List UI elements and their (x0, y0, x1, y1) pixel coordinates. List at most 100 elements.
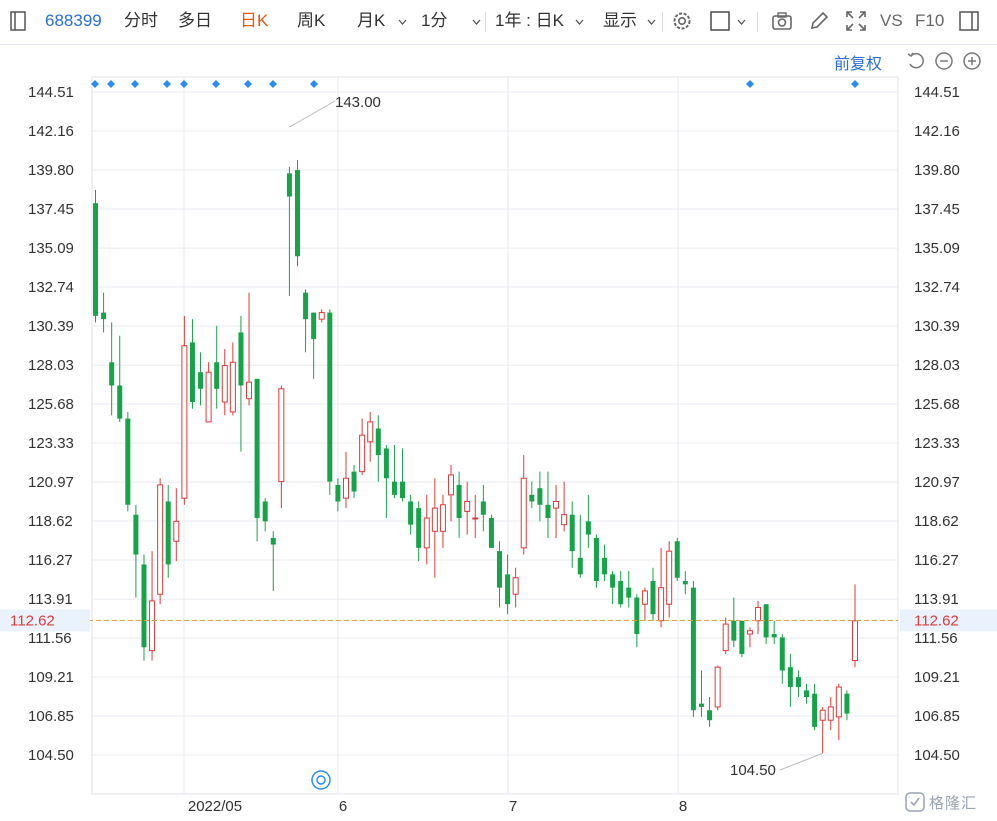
fullscreen-icon[interactable] (845, 10, 867, 32)
pencil-icon[interactable] (808, 10, 830, 32)
candle-body (488, 518, 494, 548)
candle-up (852, 584, 858, 668)
candle-body (520, 477, 527, 549)
panel-toggle-icon[interactable] (958, 10, 980, 32)
y-tick-label: 128.03 (28, 357, 74, 374)
candle-body (318, 312, 325, 320)
candle-down (286, 166, 292, 296)
settings-gear-icon[interactable] (671, 10, 693, 32)
chevron-down-icon[interactable] (737, 14, 746, 25)
candlestick-chart[interactable]: 144.51 142.16 139.80 137.45 135.09 132.74 130.… (0, 44, 997, 821)
candle-up (318, 309, 325, 323)
candle-body (294, 170, 300, 257)
candle-body (189, 342, 195, 403)
candle-body (149, 600, 156, 652)
info-circle-icon[interactable] (311, 770, 331, 790)
candle-body (311, 312, 317, 340)
candle-up (246, 292, 253, 406)
candle-body (205, 371, 212, 423)
candle-down (569, 501, 575, 568)
tab-daily-k[interactable]: 日K (240, 10, 268, 32)
tab-multi-day[interactable]: 多日 (178, 10, 212, 32)
candle-body (303, 292, 309, 320)
candle-down (787, 653, 793, 707)
candle-down (505, 554, 511, 615)
candle-body (610, 574, 616, 588)
candle-body (585, 521, 591, 535)
chevron-down-icon[interactable] (575, 14, 584, 25)
candle-down (707, 697, 713, 727)
period-select[interactable]: 1年 : 日K (495, 10, 564, 32)
y-tick-label: 137.45 (28, 201, 74, 218)
candle-body (569, 514, 575, 552)
sidebar-toggle-icon[interactable] (8, 10, 30, 32)
square-select-icon[interactable] (709, 10, 731, 32)
y-tick-label: 111.56 (28, 630, 72, 647)
candle-body (553, 500, 560, 509)
y-tick-label: 106.85 (28, 708, 74, 725)
y-tick-label: 144.51 (28, 84, 74, 101)
candle-up (221, 349, 228, 416)
candle-down (93, 189, 98, 323)
event-marker-icon (107, 80, 115, 88)
candle-down (618, 571, 624, 608)
candle-body (626, 587, 632, 598)
y-tick-label: 120.97 (914, 474, 960, 491)
candle-down (812, 683, 818, 731)
candle-body (229, 361, 236, 413)
compare-vs-button[interactable]: VS (880, 10, 903, 32)
candle-down (133, 504, 139, 598)
candle-body (400, 481, 406, 499)
candle-up (755, 600, 762, 635)
candle-down (311, 312, 317, 379)
y-tick-label: 132.74 (914, 279, 960, 296)
candle-down (327, 309, 333, 495)
y-tick-label: 118.62 (914, 513, 959, 530)
candle-body (529, 494, 535, 502)
candle-body (416, 508, 422, 548)
candle-up (173, 488, 180, 562)
tab-monthly-k[interactable]: 月K (357, 10, 385, 32)
candle-down (626, 571, 632, 608)
candle-body (93, 203, 98, 316)
tab-weekly-k[interactable]: 周K (297, 10, 325, 32)
display-menu[interactable]: 显示 (603, 10, 637, 32)
chevron-down-icon[interactable] (647, 14, 656, 25)
candle-up (561, 481, 568, 532)
candle-body (722, 623, 729, 652)
candle-body (254, 378, 260, 519)
candle-down (416, 501, 422, 562)
candle-body (246, 381, 253, 400)
candle-down (602, 544, 608, 582)
event-marker-icon (269, 80, 277, 88)
candle-up (342, 451, 349, 509)
candle-down (690, 581, 696, 717)
candle-body (844, 693, 850, 714)
candle-up (367, 411, 374, 462)
candle-body (512, 577, 519, 595)
candle-body (618, 581, 624, 605)
tab-intraday[interactable]: 分时 (124, 10, 158, 32)
event-markers[interactable] (91, 80, 859, 88)
candle-body (221, 365, 228, 403)
y-tick-label: 109.21 (28, 669, 74, 686)
y-tick-label: 123.33 (914, 435, 960, 452)
candle-body (755, 607, 762, 622)
candle-body (278, 388, 285, 483)
camera-icon[interactable] (771, 10, 793, 32)
candle-body (658, 587, 665, 622)
candle-body (602, 557, 608, 575)
chevron-down-icon[interactable] (398, 14, 407, 25)
chevron-down-icon[interactable] (472, 14, 481, 25)
y-tick-label: 128.03 (914, 357, 960, 374)
stock-code[interactable]: 688399 (45, 10, 102, 32)
candle-up (472, 494, 479, 538)
candle-body (238, 332, 244, 386)
tab-1min[interactable]: 1分 (421, 10, 447, 32)
y-tick-label: 113.91 (28, 591, 73, 608)
y-tick-label: 118.62 (28, 513, 73, 530)
f10-button[interactable]: F10 (915, 10, 944, 32)
low-annotation-leader (779, 752, 823, 771)
candle-body (812, 693, 818, 727)
event-marker-icon (244, 80, 252, 88)
